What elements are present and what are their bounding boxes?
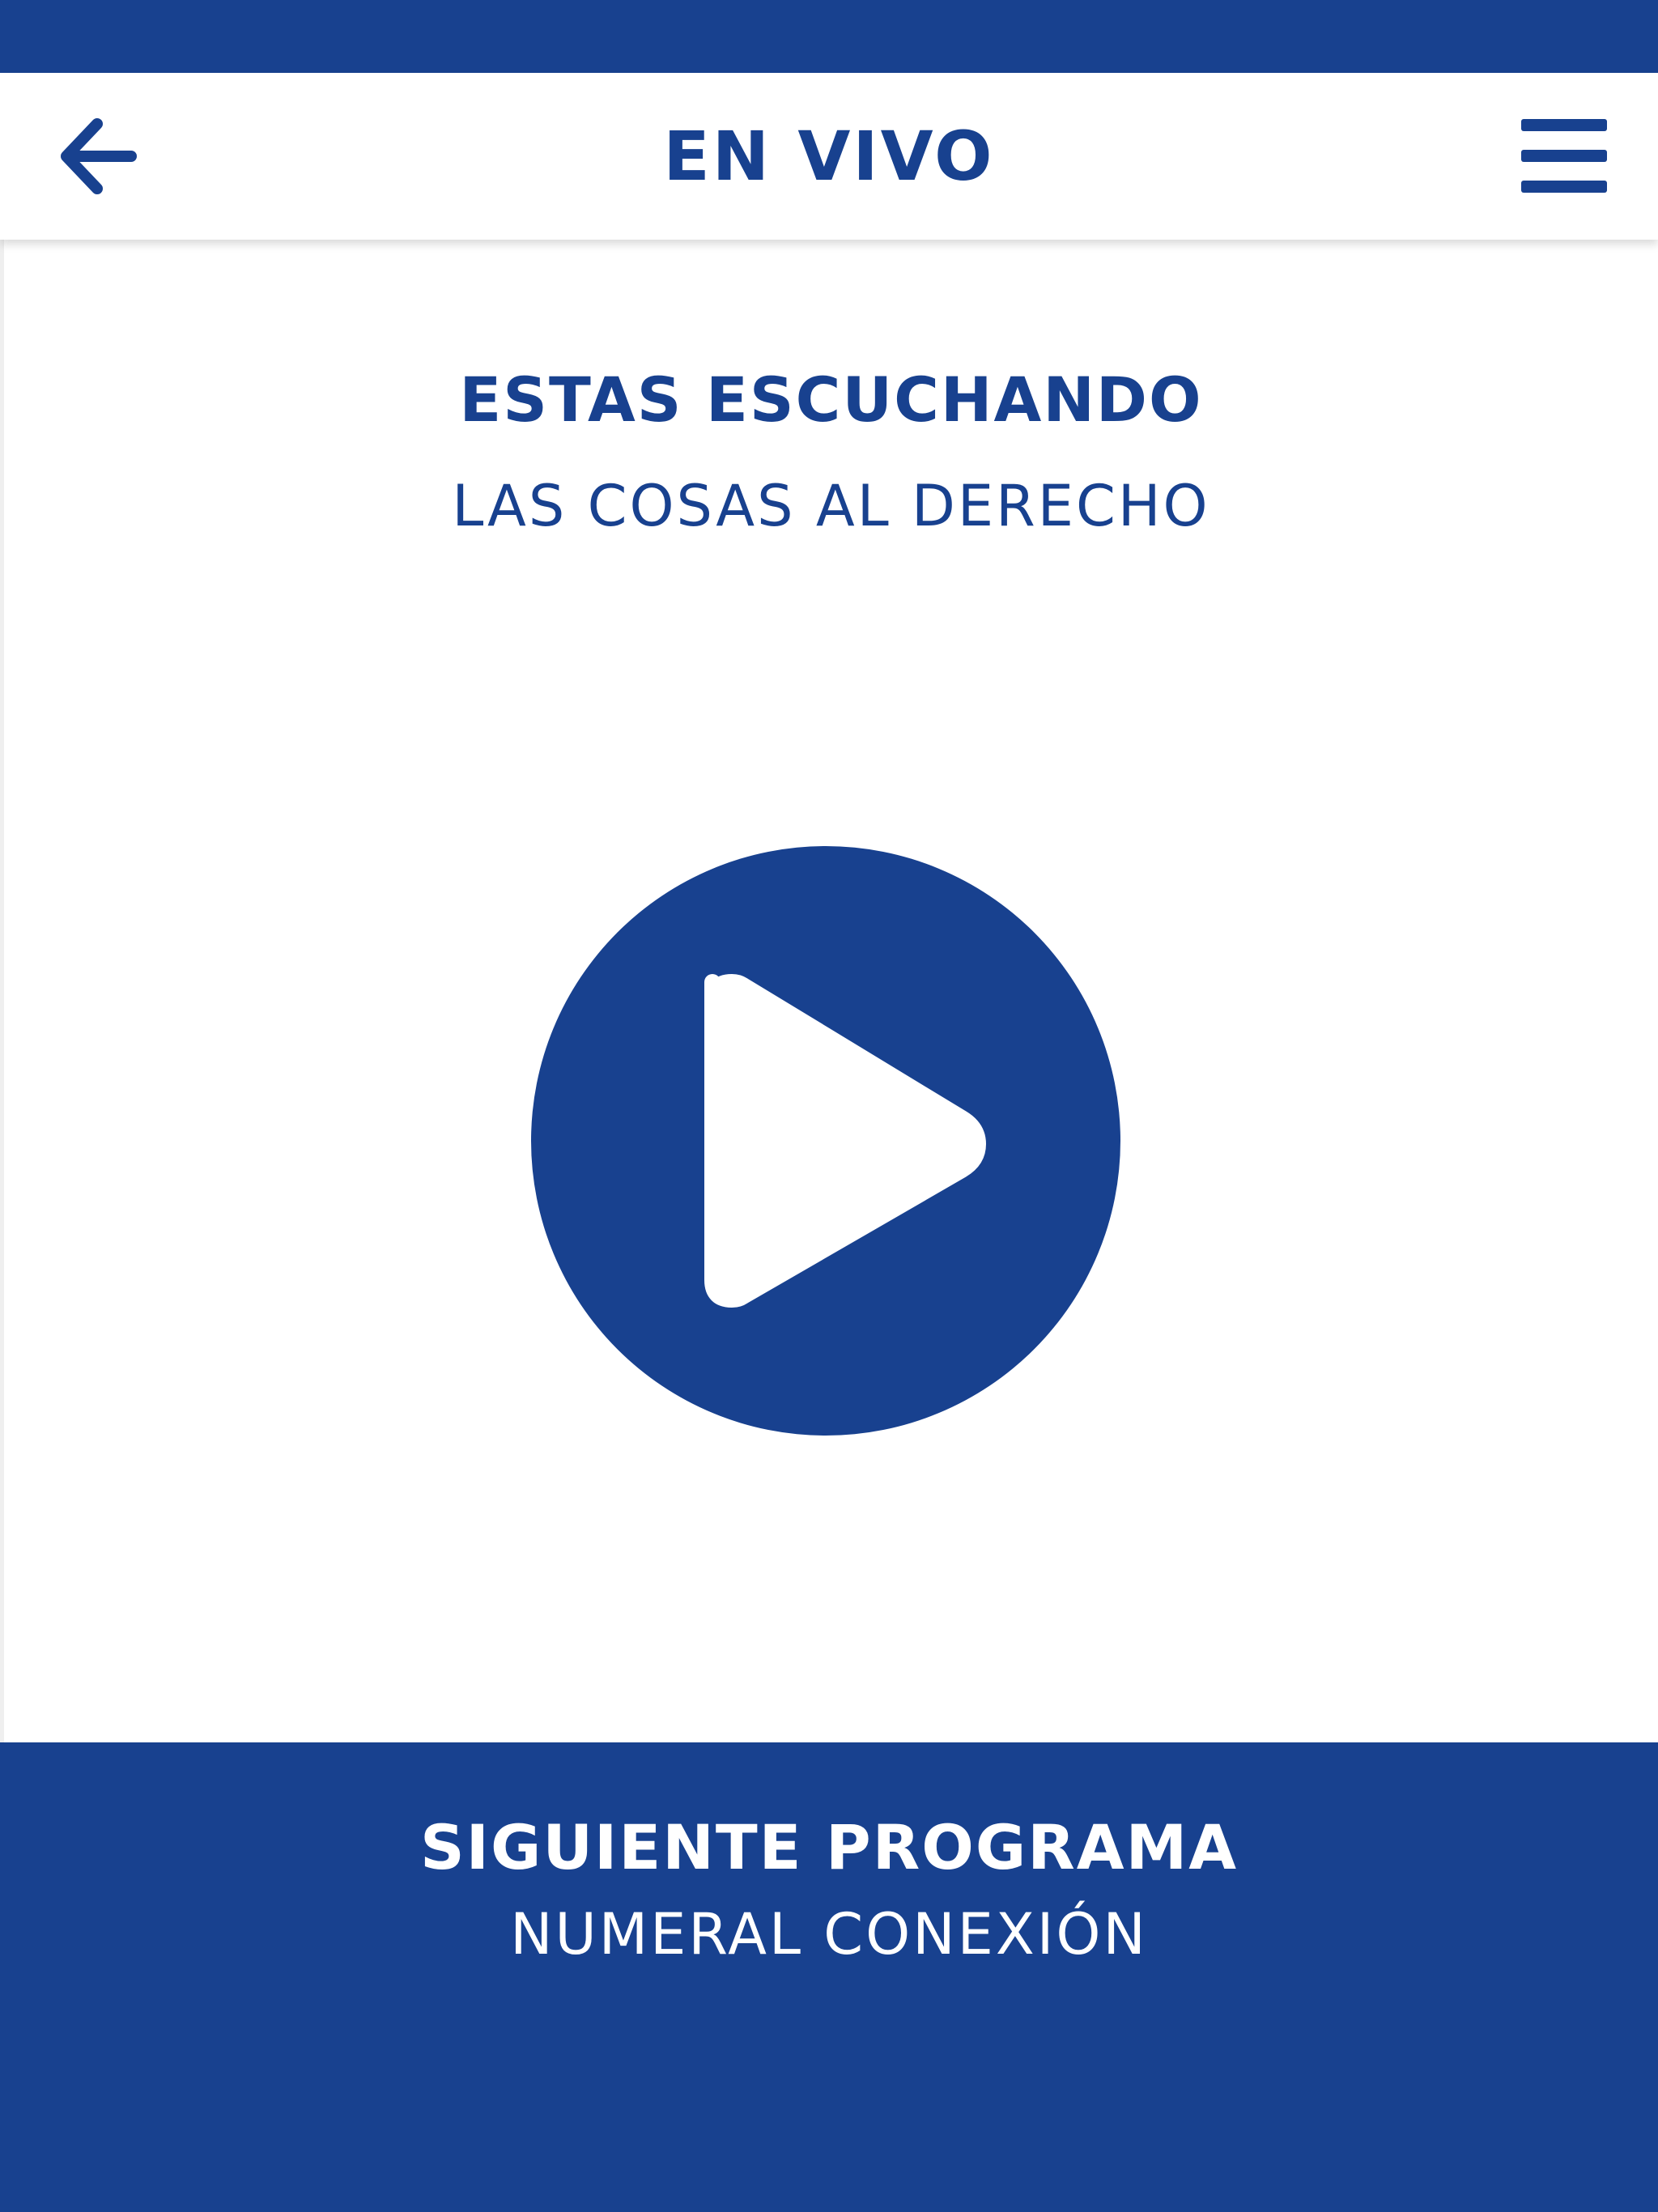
app-screen: EN VIVO ESTAS ESCUCHANDO LAS COSAS AL DE…	[0, 0, 1658, 2212]
navigation-bar: EN VIVO	[0, 73, 1658, 240]
next-program-panel: SIGUIENTE PROGRAMA NUMERAL CONEXIÓN	[0, 1742, 1658, 2212]
next-program-heading: SIGUIENTE PROGRAMA	[419, 1811, 1239, 1883]
play-icon	[704, 974, 986, 1308]
play-button[interactable]	[531, 846, 1120, 1436]
now-playing-program: LAS COSAS AL DERECHO	[452, 473, 1210, 539]
now-playing-section: ESTAS ESCUCHANDO LAS COSAS AL DERECHO	[0, 240, 1658, 1742]
arrow-left-icon	[61, 118, 137, 194]
next-program-name: NUMERAL CONEXIÓN	[510, 1901, 1148, 1967]
menu-button[interactable]	[1507, 112, 1621, 201]
back-button[interactable]	[50, 112, 147, 201]
page-title: EN VIVO	[663, 117, 995, 196]
hamburger-menu-icon	[1521, 119, 1607, 193]
now-playing-heading: ESTAS ESCUCHANDO	[459, 364, 1203, 436]
status-bar	[0, 0, 1658, 73]
